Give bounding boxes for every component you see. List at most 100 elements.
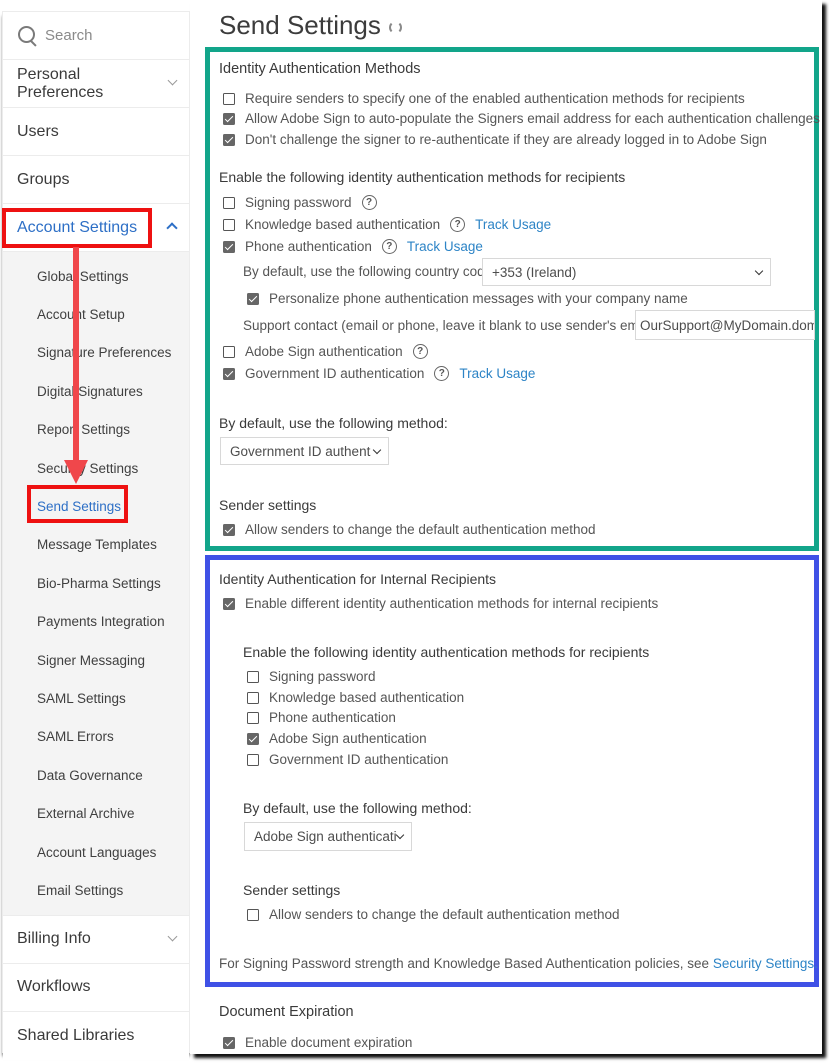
- sidebar-subitem-account-languages[interactable]: Account Languages: [3, 833, 189, 871]
- internal-method-phone[interactable]: Phone authentication: [247, 710, 396, 725]
- sidebar-subitem-signer-messaging[interactable]: Signer Messaging: [3, 641, 189, 679]
- checkbox-unchecked[interactable]: [247, 753, 259, 766]
- track-usage-link[interactable]: Track Usage: [407, 239, 483, 254]
- internal-methods-title: Enable the following identity authentica…: [243, 644, 650, 660]
- sidebar-subitem-message-templates[interactable]: Message Templates: [3, 526, 189, 564]
- checkbox-unchecked[interactable]: [247, 711, 259, 724]
- internal-method-government-id[interactable]: Government ID authentication: [247, 752, 448, 767]
- option-label: Don't challenge the signer to re-authent…: [245, 132, 767, 147]
- option-label: Require senders to specify one of the en…: [245, 91, 745, 106]
- option-label: Enable document expiration: [245, 1035, 413, 1050]
- checkbox-checked[interactable]: [223, 133, 235, 146]
- internal-option-allow-senders-change[interactable]: Allow senders to change the default auth…: [247, 907, 620, 922]
- internal-method-adobe-sign[interactable]: Adobe Sign authentication: [247, 731, 427, 746]
- help-icon[interactable]: ?: [450, 217, 466, 232]
- sidebar-subitem-email-settings[interactable]: Email Settings: [3, 871, 189, 909]
- select-value: +353 (Ireland): [492, 264, 577, 280]
- internal-method-knowledge-based[interactable]: Knowledge based authentication: [247, 690, 464, 705]
- checkbox-checked[interactable]: [223, 597, 235, 610]
- help-icon[interactable]: ?: [412, 344, 428, 359]
- support-contact-input[interactable]: OurSupport@MyDomain.dom: [635, 310, 815, 340]
- internal-default-method-select[interactable]: Adobe Sign authenticati: [244, 822, 412, 851]
- method-knowledge-based[interactable]: Knowledge based authentication ? Track U…: [223, 217, 551, 232]
- sidebar-item-billing-info[interactable]: Billing Info: [3, 915, 189, 964]
- sidebar-subitem-digital-signatures[interactable]: Digital Signatures: [3, 372, 189, 410]
- security-settings-link[interactable]: Security Settings.: [713, 956, 818, 971]
- select-value: Government ID authent: [230, 443, 371, 459]
- method-label: Government ID authentication: [269, 752, 449, 767]
- country-code-label: By default, use the following country co…: [243, 264, 496, 279]
- sidebar-item-personal-preferences[interactable]: Personal Preferences: [3, 60, 189, 108]
- account-settings-submenu: Global Settings Account Setup Signature …: [3, 252, 189, 916]
- sidebar-subitem-data-governance[interactable]: Data Governance: [3, 756, 189, 794]
- checkbox-checked[interactable]: [223, 240, 235, 253]
- method-phone[interactable]: Phone authentication ? Track Usage: [223, 239, 483, 254]
- track-usage-link[interactable]: Track Usage: [459, 366, 535, 381]
- option-auto-populate-email[interactable]: Allow Adobe Sign to auto-populate the Si…: [223, 111, 820, 126]
- checkbox-unchecked[interactable]: [247, 670, 259, 683]
- help-icon[interactable]: ?: [434, 366, 450, 381]
- refresh-icon[interactable]: [388, 21, 402, 34]
- option-personalize-phone[interactable]: Personalize phone authentication message…: [247, 291, 688, 306]
- sidebar-item-users[interactable]: Users: [3, 108, 189, 156]
- help-icon[interactable]: ?: [361, 195, 377, 210]
- help-icon[interactable]: ?: [381, 239, 397, 254]
- highlight-internal-recipients: [205, 555, 819, 987]
- sidebar-subitem-account-setup[interactable]: Account Setup: [3, 295, 189, 333]
- option-no-reauth[interactable]: Don't challenge the signer to re-authent…: [223, 132, 767, 147]
- checkbox-unchecked[interactable]: [223, 196, 235, 209]
- default-method-select[interactable]: Government ID authent: [220, 437, 389, 465]
- checkbox-checked[interactable]: [223, 112, 235, 125]
- sidebar-subitem-security-settings[interactable]: Security Settings: [3, 449, 189, 487]
- option-enable-document-expiration[interactable]: Enable document expiration: [223, 1035, 412, 1050]
- internal-sender-settings-title: Sender settings: [243, 882, 341, 898]
- checkbox-checked[interactable]: [223, 367, 235, 380]
- track-usage-link[interactable]: Track Usage: [475, 217, 551, 232]
- sidebar-subitem-report-settings[interactable]: Report Settings: [3, 411, 189, 449]
- method-government-id[interactable]: Government ID authentication ? Track Usa…: [223, 366, 535, 381]
- page-title-text: Send Settings: [219, 10, 381, 40]
- method-label: Adobe Sign authentication: [269, 731, 427, 746]
- highlight-account-settings: [2, 208, 152, 248]
- option-require-senders[interactable]: Require senders to specify one of the en…: [223, 91, 745, 106]
- internal-method-signing-password[interactable]: Signing password: [247, 669, 376, 684]
- checkbox-checked[interactable]: [247, 732, 259, 745]
- sidebar-subitem-global-settings[interactable]: Global Settings: [3, 257, 189, 295]
- sidebar-search[interactable]: Search: [3, 12, 189, 60]
- search-placeholder: Search: [45, 27, 93, 44]
- checkbox-checked[interactable]: [223, 1036, 235, 1049]
- sidebar-item-workflows[interactable]: Workflows: [3, 963, 189, 1012]
- sidebar-item-label: Users: [17, 122, 59, 140]
- checkbox-checked[interactable]: [247, 292, 259, 305]
- checkbox-unchecked[interactable]: [223, 345, 235, 358]
- sidebar-item-shared-libraries[interactable]: Shared Libraries: [3, 1011, 189, 1060]
- country-code-select[interactable]: +353 (Ireland): [482, 258, 771, 286]
- method-label: Signing password: [269, 669, 376, 684]
- internal-auth-title: Identity Authentication for Internal Rec…: [219, 571, 497, 587]
- option-label: Allow senders to change the default auth…: [269, 907, 620, 922]
- sidebar-subitem-signature-preferences[interactable]: Signature Preferences: [3, 334, 189, 372]
- checkbox-unchecked[interactable]: [247, 691, 259, 704]
- select-value: Adobe Sign authenticati: [254, 829, 397, 844]
- document-expiration-title: Document Expiration: [219, 1004, 354, 1020]
- method-adobe-sign[interactable]: Adobe Sign authentication ?: [223, 344, 428, 359]
- chevron-down-icon: [756, 265, 762, 280]
- sidebar-subitem-saml-errors[interactable]: SAML Errors: [3, 718, 189, 756]
- option-enable-internal-methods[interactable]: Enable different identity authentication…: [223, 596, 658, 611]
- sidebar-subitem-bio-pharma-settings[interactable]: Bio-Pharma Settings: [3, 564, 189, 602]
- sidebar-subitem-saml-settings[interactable]: SAML Settings: [3, 679, 189, 717]
- checkbox-unchecked[interactable]: [223, 218, 235, 231]
- option-allow-senders-change[interactable]: Allow senders to change the default auth…: [223, 522, 596, 537]
- method-signing-password[interactable]: Signing password ?: [223, 195, 377, 210]
- method-label: Knowledge based authentication: [245, 217, 441, 232]
- sidebar-item-label: Shared Libraries: [17, 1026, 135, 1044]
- sidebar-subitem-payments-integration[interactable]: Payments Integration: [3, 603, 189, 641]
- sidebar-item-label: Personal Preferences: [17, 65, 104, 101]
- sidebar-item-groups[interactable]: Groups: [3, 156, 189, 204]
- checkbox-checked[interactable]: [223, 523, 235, 536]
- checkbox-unchecked[interactable]: [247, 908, 259, 921]
- sidebar-subitem-external-archive[interactable]: External Archive: [3, 794, 189, 832]
- checkbox-unchecked[interactable]: [223, 92, 235, 105]
- internal-default-method-label: By default, use the following method:: [243, 800, 472, 816]
- sidebar-item-label: Billing Info: [17, 930, 91, 948]
